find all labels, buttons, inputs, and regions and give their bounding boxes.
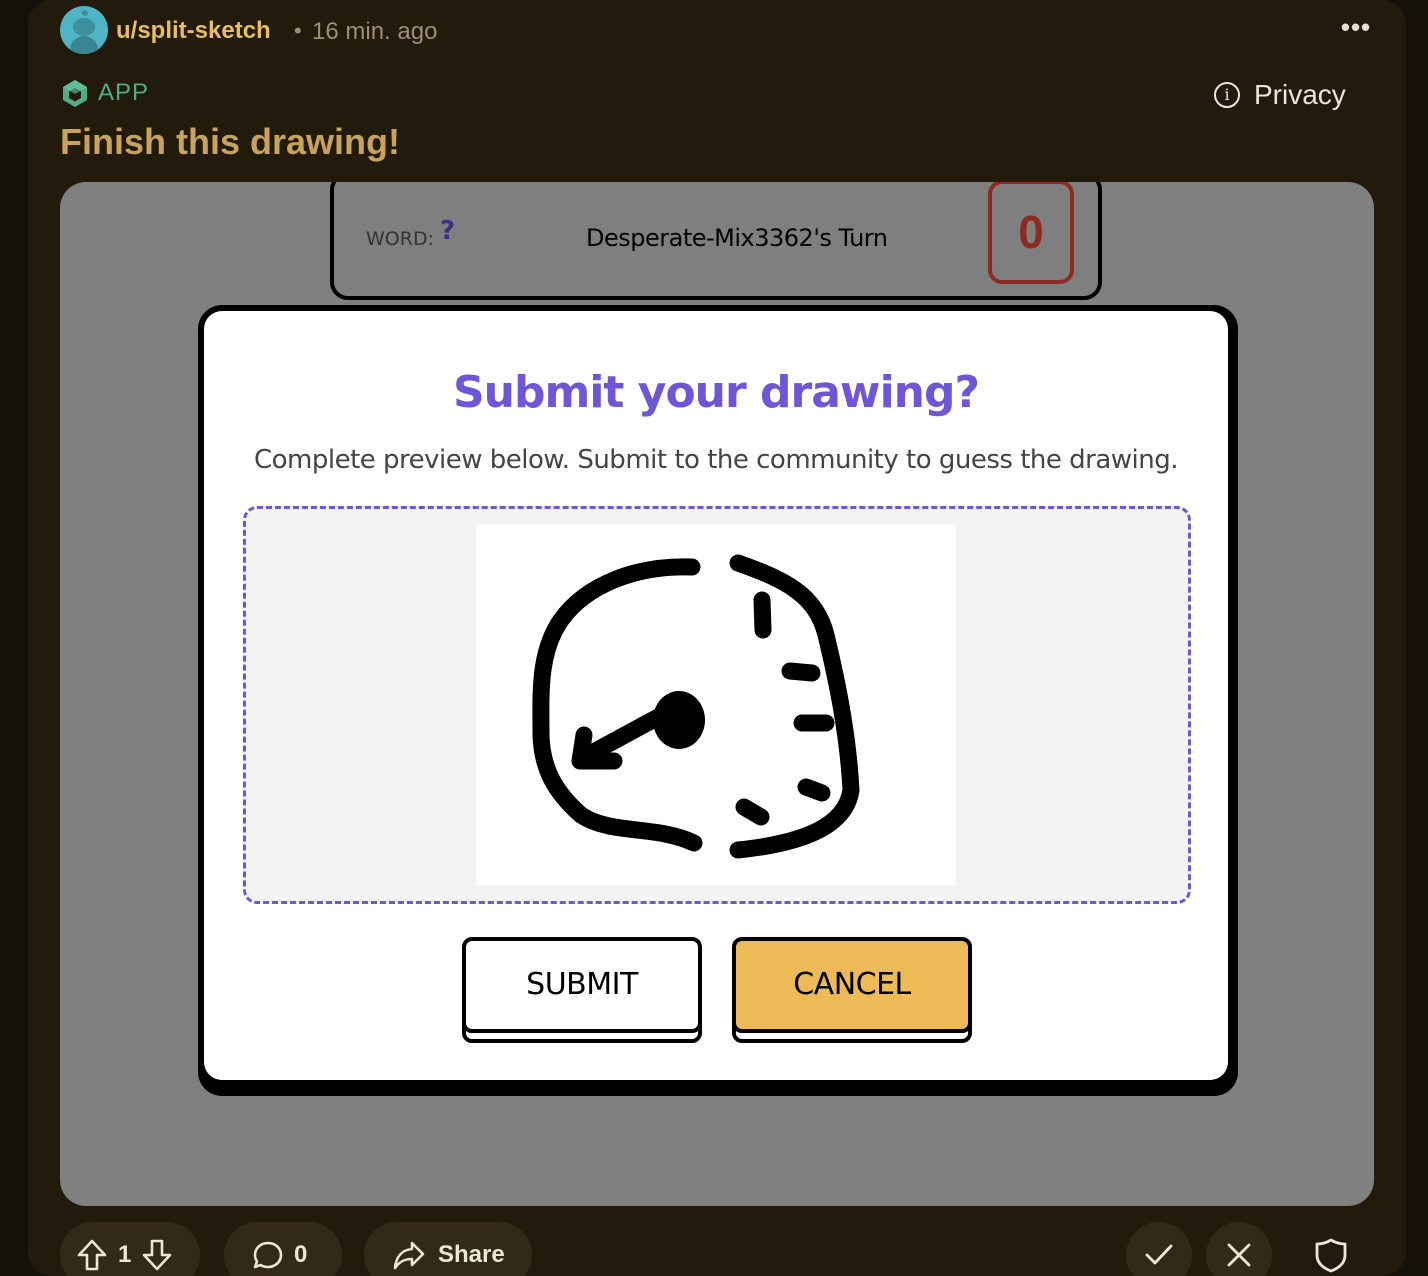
- drawing-preview: [243, 506, 1191, 904]
- submit-button[interactable]: SUBMIT: [462, 937, 702, 1043]
- submit-label: SUBMIT: [462, 937, 702, 1033]
- shield-icon: [1315, 1238, 1347, 1273]
- vote-bar: 1: [60, 1222, 200, 1276]
- more-options-button[interactable]: •••: [1336, 12, 1376, 48]
- comment-button[interactable]: 0: [224, 1222, 342, 1276]
- info-icon: i: [1214, 82, 1240, 108]
- share-label: Share: [438, 1241, 505, 1268]
- post-author[interactable]: u/split-sketch: [116, 17, 271, 45]
- privacy-link[interactable]: i Privacy: [1214, 78, 1346, 112]
- check-icon: [1145, 1244, 1173, 1265]
- cancel-button[interactable]: CANCEL: [732, 937, 972, 1043]
- timer-badge: 0: [988, 182, 1074, 284]
- app-label: APP: [98, 79, 150, 106]
- drawing-image: [476, 525, 956, 885]
- post-time: 16 min. ago: [312, 18, 438, 45]
- word-value: ?: [440, 216, 456, 246]
- avatar[interactable]: [60, 6, 108, 54]
- submit-modal: Submit your drawing? Complete preview be…: [198, 305, 1238, 1096]
- comment-count: 0: [294, 1241, 308, 1268]
- meta-separator: •: [294, 18, 302, 43]
- app-tag: APP: [60, 78, 149, 108]
- post-title[interactable]: Finish this drawing!: [60, 121, 400, 163]
- word-label: WORD:: [366, 228, 434, 250]
- cancel-label: CANCEL: [732, 937, 972, 1033]
- turn-bar: WORD: ? Desperate-Mix3362's Turn 0: [330, 182, 1102, 300]
- upvote-icon[interactable]: [76, 1238, 108, 1272]
- modal-title: Submit your drawing?: [452, 367, 980, 418]
- modal-description: Complete preview below. Submit to the co…: [253, 445, 1179, 475]
- privacy-label: Privacy: [1254, 79, 1346, 110]
- downvote-icon[interactable]: [141, 1238, 173, 1272]
- share-button[interactable]: Share: [364, 1222, 532, 1276]
- close-icon: [1227, 1243, 1251, 1267]
- vote-score: 1: [118, 1241, 132, 1268]
- comment-icon: [253, 1241, 283, 1269]
- turn-text: Desperate-Mix3362's Turn: [586, 224, 888, 252]
- cube-icon: [63, 80, 87, 107]
- share-icon: [393, 1241, 425, 1270]
